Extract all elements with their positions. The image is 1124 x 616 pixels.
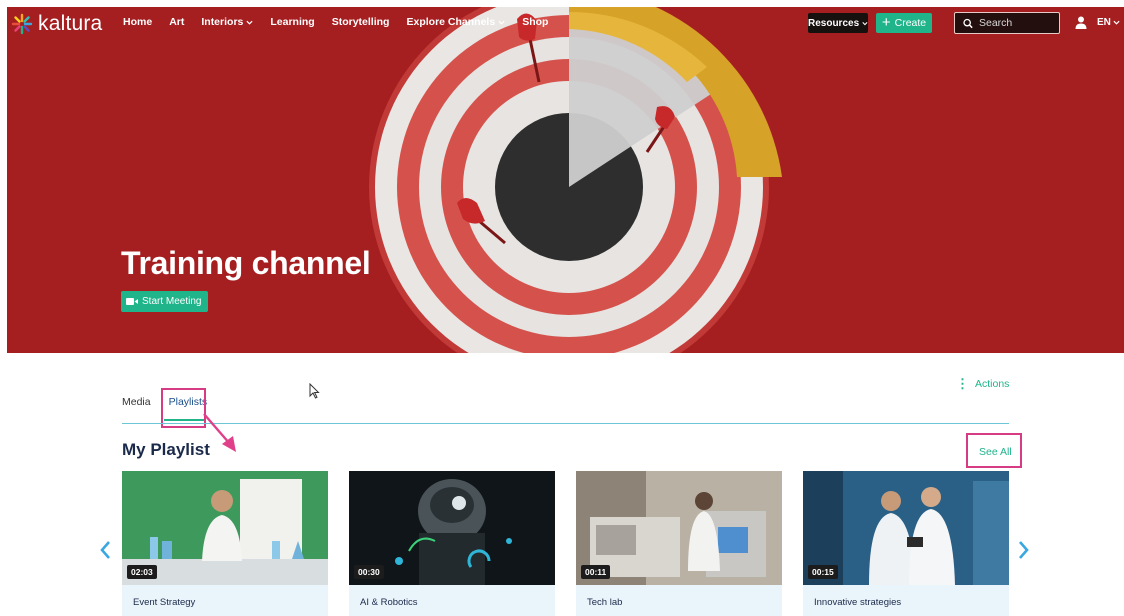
nav-item-explore-channels[interactable]: Explore Channels [406, 16, 505, 28]
create-label: Create [894, 17, 927, 29]
playlist-title: My Playlist [122, 440, 210, 459]
nav-item-label: Storytelling [331, 16, 390, 28]
card-title[interactable]: AI & Robotics [360, 597, 418, 608]
search-box[interactable] [954, 12, 1060, 34]
nav-item-learning[interactable]: Learning [270, 16, 314, 28]
mouse-pointer-icon [309, 383, 320, 399]
actions-menu-button[interactable]: ⋮ Actions [956, 376, 1009, 392]
nav-item-label: Shop [522, 16, 549, 28]
card-meta: AI & Robotics [349, 585, 555, 616]
main-nav: Home Art Interiors Learning Storytelling… [123, 16, 548, 28]
video-thumbnail[interactable]: 00:30 [349, 471, 555, 585]
plus-icon: + [881, 14, 891, 31]
top-navigation-bar: kaltura Home Art Interiors Learning Stor… [7, 7, 1124, 39]
video-thumbnail[interactable]: 00:11 [576, 471, 782, 585]
duration-badge: 00:11 [581, 565, 611, 579]
playlist-card[interactable]: 02:03 Event Strategy [122, 471, 328, 616]
playlist-card[interactable]: 00:11 Tech lab [576, 471, 782, 616]
search-icon [963, 18, 973, 28]
nav-item-label: Interiors [201, 16, 244, 28]
tab-media[interactable]: Media [122, 396, 151, 408]
card-meta: Tech lab [576, 585, 782, 616]
channel-title: Training channel [121, 245, 371, 281]
nav-item-art[interactable]: Art [169, 16, 184, 28]
language-label: EN [1097, 17, 1111, 28]
tabs-divider [122, 423, 1009, 424]
channel-hero-banner: kaltura Home Art Interiors Learning Stor… [7, 7, 1124, 353]
actions-label: Actions [975, 378, 1010, 390]
resources-button[interactable]: Resources [808, 13, 868, 33]
card-title[interactable]: Event Strategy [133, 597, 195, 608]
start-meeting-button[interactable]: Start Meeting [121, 291, 208, 312]
chevron-down-icon [862, 21, 868, 25]
nav-item-label: Explore Channels [406, 16, 496, 28]
nav-item-label: Art [169, 16, 185, 28]
kaltura-logo[interactable]: kaltura [11, 13, 102, 35]
kaltura-logo-icon [11, 13, 33, 35]
card-title[interactable]: Tech lab [587, 597, 622, 608]
chevron-right-icon[interactable] [1017, 539, 1031, 561]
vertical-dots-icon: ⋮ [956, 376, 969, 391]
user-icon[interactable] [1075, 16, 1087, 29]
kaltura-logo-text: kaltura [38, 12, 103, 35]
card-title[interactable]: Innovative strategies [814, 597, 901, 608]
card-meta: Innovative strategies [803, 585, 1009, 616]
nav-item-label: Learning [270, 16, 315, 28]
language-selector[interactable]: EN [1097, 17, 1120, 28]
duration-badge: 02:03 [127, 565, 157, 579]
video-thumbnail[interactable]: 02:03 [122, 471, 328, 585]
card-meta: Event Strategy [122, 585, 328, 616]
nav-item-shop[interactable]: Shop [522, 16, 548, 28]
nav-item-storytelling[interactable]: Storytelling [332, 16, 390, 28]
chevron-down-icon [498, 20, 505, 25]
chevron-down-icon [246, 20, 253, 25]
chevron-down-icon [1113, 20, 1120, 25]
nav-item-home[interactable]: Home [123, 16, 152, 28]
video-thumbnail[interactable]: 00:15 [803, 471, 1009, 585]
nav-item-interiors[interactable]: Interiors [201, 16, 253, 28]
video-camera-icon [126, 298, 138, 305]
nav-item-label: Home [123, 16, 153, 28]
search-input[interactable] [979, 17, 1059, 29]
resources-label: Resources [808, 17, 860, 29]
chevron-left-icon[interactable] [98, 539, 112, 561]
start-meeting-label: Start Meeting [142, 296, 202, 307]
create-button[interactable]: + Create [876, 13, 932, 33]
see-all-link[interactable]: See All [979, 446, 1012, 458]
duration-badge: 00:15 [808, 565, 838, 579]
duration-badge: 00:30 [354, 565, 384, 579]
playlist-card[interactable]: 00:30 AI & Robotics [349, 471, 555, 616]
playlist-card[interactable]: 00:15 Innovative strategies [803, 471, 1009, 616]
